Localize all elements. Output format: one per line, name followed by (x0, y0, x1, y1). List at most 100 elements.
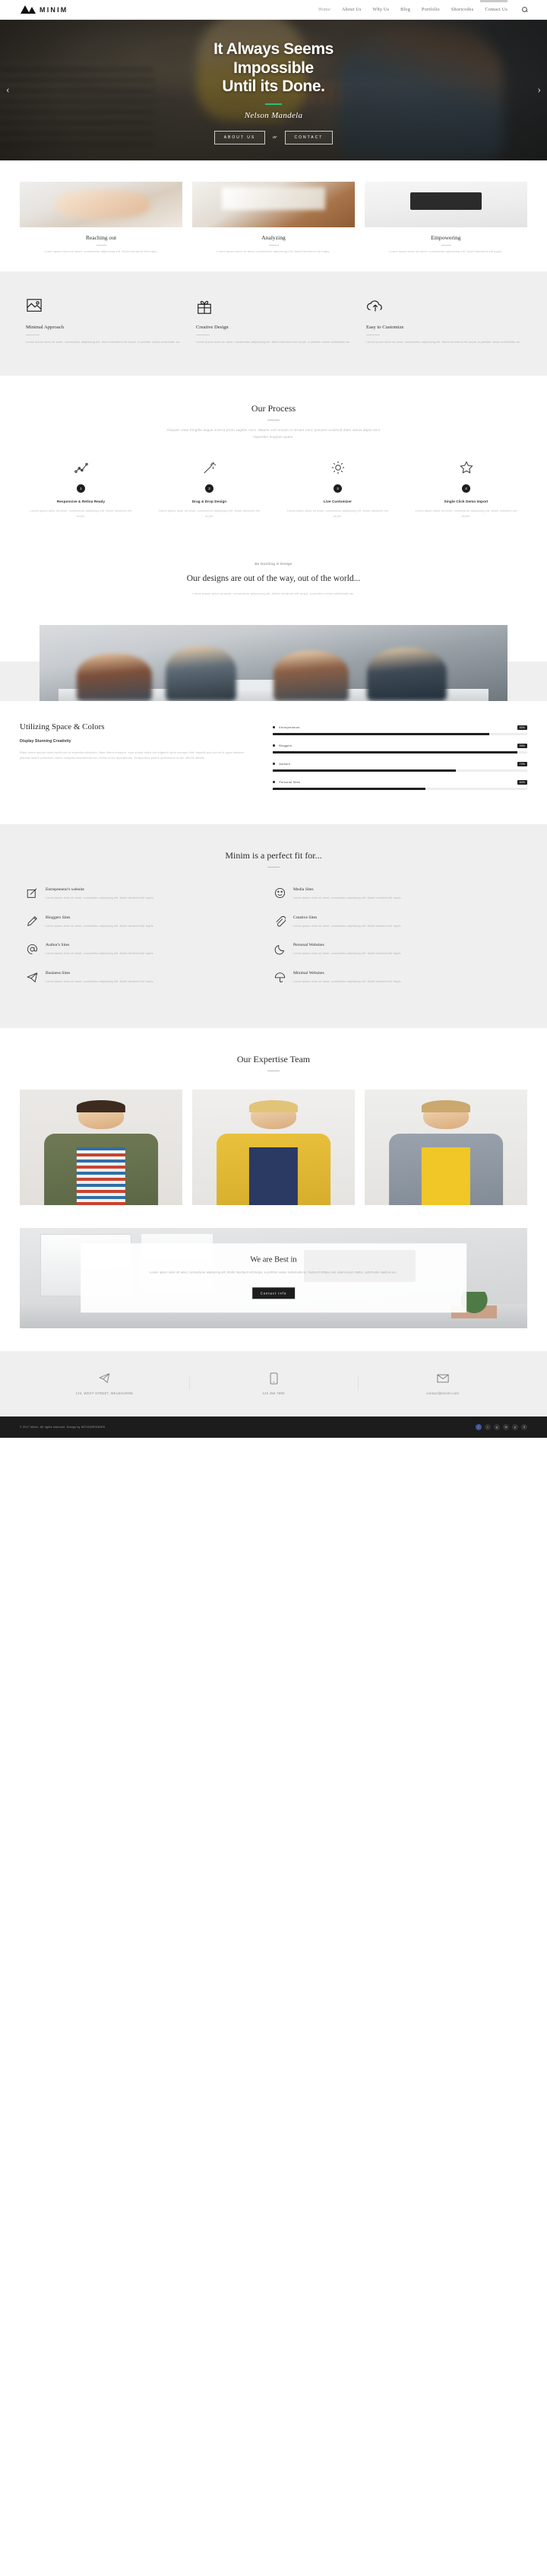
contact-info-button[interactable]: Contact Info (251, 1287, 296, 1299)
social-links: f t g in p d (476, 1423, 527, 1430)
card-analyzing: 02 Analyzing Lorem ipsum dolor sit amet,… (192, 182, 355, 255)
card-empowering: 03 Empowering Lorem ipsum dolor sit amet… (365, 182, 527, 255)
linkedin-icon[interactable]: in (503, 1423, 509, 1430)
skill-bar-personal-sites: Personal Sites 60% (273, 779, 527, 790)
fit-title: Business Sites (46, 971, 71, 976)
paper-plane-icon (20, 1372, 189, 1385)
step-description: Lorem ipsum dolor sit amet, consectetur … (415, 509, 517, 518)
paper-plane-icon (26, 971, 38, 983)
hero-author: Nelson Mandela (244, 111, 303, 121)
best-in-title: We are Best in (250, 1255, 297, 1264)
nav-item-why-us[interactable]: Why Us (373, 7, 390, 12)
process-title: Our Process (251, 403, 296, 414)
phone-icon (189, 1372, 359, 1385)
contact-strip: 123, WEST STREET, MELBOURNE 123 456 7890… (0, 1350, 547, 1416)
twitter-icon[interactable]: t (485, 1423, 491, 1430)
skill-bar-authors: Authors 72% (273, 761, 527, 772)
skill-label: Entrepreneurs (279, 725, 300, 730)
hero-about-us-button[interactable]: ABOUT US (213, 131, 266, 145)
card-image (192, 182, 355, 227)
nav-links: Home About Us Why Us Blog Portfolio Shor… (318, 7, 527, 12)
paperclip-icon (274, 915, 286, 928)
fit-description: Lorem ipsum dolor sit amet, consectetur … (293, 896, 402, 899)
fit-item-creative-sites: Creative Sites Lorem ipsum dolor sit ame… (274, 915, 521, 929)
star-icon (405, 460, 527, 475)
card-description: Lorem ipsum dolor sit amet, consectetur … (44, 250, 158, 253)
feature-title: Easy to Customize (366, 325, 404, 331)
process-step-4: 4 Single Click Demo Import Lorem ipsum d… (405, 460, 527, 519)
envelope-icon (358, 1372, 527, 1385)
top-navbar: MINIM Home About Us Why Us Blog Portfoli… (0, 0, 547, 20)
slider-prev-chevron-left-icon[interactable]: ‹ (6, 84, 10, 96)
hero-title-line-3: Until its Done. (222, 78, 325, 96)
nav-item-home[interactable]: Home (318, 7, 330, 12)
team-section: Our Expertise Team (0, 1027, 547, 1213)
contact-text: 123 456 7890 (262, 1391, 285, 1395)
dazzle-kicker: Be Dazzling in Design (255, 562, 292, 566)
process-step-2: 2 Drag & Drop Design Lorem ipsum dolor s… (148, 460, 270, 519)
contact-text: 123, WEST STREET, MELBOURNE (75, 1391, 134, 1395)
step-title: Live Customizer (324, 499, 352, 503)
google-plus-icon[interactable]: g (494, 1423, 500, 1430)
dribbble-icon[interactable]: d (521, 1423, 527, 1430)
card-divider (96, 245, 106, 246)
process-section: Our Process Aliquam vitae fringilla augu… (0, 376, 547, 546)
brand-logo[interactable]: MINIM (20, 5, 68, 14)
feature-title: Creative Design (196, 325, 229, 331)
dazzle-section: Be Dazzling in Design Our designs are ou… (0, 545, 547, 613)
card-image (20, 182, 182, 227)
mountain-logo-icon (20, 5, 36, 14)
scroll-indicator (480, 0, 507, 2)
skill-bar-bloggers: Bloggers 96% (273, 743, 527, 753)
fit-description: Lorem ipsum dolor sit amet, consectetur … (46, 924, 154, 928)
nav-item-shortcodes[interactable]: Shortcodes (451, 7, 474, 12)
skill-bars: Entrepreneurs 85% Bloggers 96% Authors 7… (273, 722, 527, 798)
search-icon[interactable] (522, 7, 527, 12)
moon-icon (274, 943, 286, 955)
fit-title: Media Sites (293, 887, 314, 892)
pinterest-icon[interactable]: p (512, 1423, 518, 1430)
contact-email: contact@minim.com (358, 1372, 527, 1395)
skill-value: 60% (517, 779, 527, 785)
fit-title: Personal Websites (293, 943, 324, 948)
features-section: Minimal Approach Lorem ipsum dolor sit a… (0, 271, 547, 376)
fit-item-minimal-websites: Minimal Websites Lorem ipsum dolor sit a… (274, 971, 521, 985)
feature-minimal-approach: Minimal Approach Lorem ipsum dolor sit a… (26, 298, 181, 345)
nav-item-portfolio[interactable]: Portfolio (422, 7, 440, 12)
team-title: Our Expertise Team (236, 1053, 311, 1064)
brand-name: MINIM (40, 5, 68, 14)
team-member-card-3[interactable] (365, 1089, 527, 1205)
hero-or-label: or (273, 135, 277, 141)
hero-contact-button[interactable]: CONTACT (284, 131, 334, 145)
nav-item-about-us[interactable]: About Us (342, 7, 362, 12)
step-number: 2 (205, 484, 213, 493)
facebook-icon[interactable]: f (476, 1423, 482, 1430)
team-collaboration-photo (40, 624, 507, 701)
skill-value: 96% (517, 743, 527, 748)
dazzle-title: Our designs are out of the way, out of t… (186, 574, 361, 584)
best-in-banner: We are Best in Lorem ipsum dolor sit ame… (20, 1227, 527, 1328)
nav-item-contact-us[interactable]: Contact Us (485, 7, 507, 12)
image-icon (26, 298, 181, 316)
feature-easy-to-customize: Easy to Customize Lorem ipsum dolor sit … (366, 298, 521, 345)
step-number: 1 (77, 484, 85, 493)
contact-text: contact@minim.com (426, 1391, 460, 1395)
sun-icon (277, 460, 399, 475)
skills-heading: Utilizing Space & Colors (20, 722, 105, 731)
fit-item-business-sites: Business Sites Lorem ipsum dolor sit ame… (26, 971, 274, 985)
fit-title: Bloggers Sites (46, 915, 71, 920)
hero-title-line-1: It Always Seems (213, 40, 334, 58)
slider-next-chevron-right-icon[interactable]: › (537, 84, 541, 96)
nav-item-blog[interactable]: Blog (400, 7, 410, 12)
page-root: MINIM Home About Us Why Us Blog Portfoli… (0, 0, 547, 1438)
fit-title: Entrepreneur's website (46, 887, 84, 892)
step-title: Responsive & Retina Ready (56, 499, 106, 503)
feature-description: Lorem ipsum dolor sit amet, consectetur … (26, 341, 181, 344)
pen-icon (26, 915, 38, 928)
team-member-card-1[interactable] (20, 1089, 182, 1205)
team-member-card-2[interactable] (192, 1089, 355, 1205)
hero-slider: ‹ › It Always Seems Impossible Until its… (0, 20, 547, 160)
copyright-text: © 2017 Minim. All rights reserved. Desig… (20, 1425, 106, 1429)
skill-label: Bloggers (279, 744, 292, 748)
fit-description: Lorem ipsum dolor sit amet, consectetur … (46, 896, 154, 899)
